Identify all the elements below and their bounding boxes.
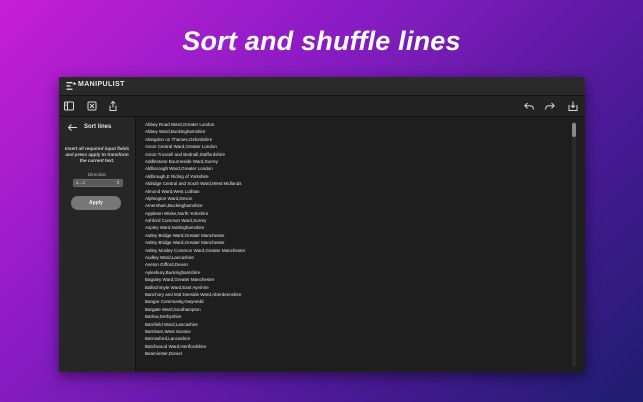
sidebar-toggle-button[interactable]	[63, 100, 75, 112]
app-title: MANIPULIST	[78, 81, 125, 88]
text-line: Batchwood Ward,Hertfordshire	[145, 343, 207, 349]
scrollbar-thumb[interactable]	[572, 123, 576, 137]
text-line: Bargate Ward,Southampton	[145, 306, 201, 312]
direction-select[interactable]: A→Z ⇕	[73, 179, 123, 187]
text-line: Astley Mosley Common Ward,Greater Manche…	[145, 247, 246, 253]
direction-select-value: A→Z	[76, 179, 86, 185]
direction-label: Direction	[87, 172, 107, 177]
text-line: Barnfield Ward,Lancashire	[145, 321, 198, 327]
text-line: Aveton Gifford,Devon	[145, 262, 188, 268]
text-line: Aspley Ward,Nottinghamshire	[145, 225, 205, 231]
sidebar: Sort lines Insert all required input fie…	[59, 117, 136, 372]
redo-icon	[545, 102, 555, 110]
toolbar	[59, 96, 585, 117]
sidebar-title: Sort lines	[84, 124, 112, 130]
share-icon	[109, 100, 117, 111]
app-logo-icon	[66, 82, 77, 90]
text-line: Baguley Ward,Greater Manchester	[145, 277, 215, 283]
text-line: Aldbrough,E Riding of Yorkshire	[145, 173, 209, 179]
text-line: Acton Trussell and Bednall,Staffordshire	[145, 151, 225, 157]
headline: Sort and shuffle lines	[182, 26, 461, 56]
text-line: Barlow,Derbyshire	[145, 314, 182, 320]
undo-icon	[524, 102, 534, 110]
text-line: Addlestone Bourneside Ward,Surrey	[145, 158, 218, 164]
share-button[interactable]	[107, 100, 119, 112]
undo-button[interactable]	[523, 100, 535, 112]
text-line: Abingdon on Thames,Oxfordshire	[145, 136, 213, 142]
text-line: Abbey Road Ward,Greater London	[145, 122, 215, 127]
back-arrow-icon[interactable]	[67, 122, 78, 133]
text-line: Acton Central Ward,Greater London	[145, 144, 217, 150]
text-line: Audley Ward,Lancashire	[145, 255, 194, 261]
sidebar-description: Insert all required input fields and pre…	[64, 146, 130, 163]
text-line: Abbey Ward,Buckinghamshire	[145, 129, 206, 135]
text-line: Barrowford,Lancashire	[145, 336, 191, 342]
app-window: MANIPULIST Sort lines Insert all require…	[59, 77, 585, 372]
text-line: Astley Bridge Ward,Greater Manchester	[145, 232, 225, 238]
export-icon	[568, 101, 578, 111]
export-button[interactable]	[567, 100, 579, 112]
text-line: Alphington Ward,Devon	[145, 195, 193, 201]
text-line: Beaminster,Dorset	[145, 351, 183, 357]
title-bar: MANIPULIST	[59, 77, 585, 96]
chevron-updown-icon: ⇕	[116, 180, 120, 185]
text-line: Bangor Community,Gwynedd	[145, 299, 204, 305]
clear-button[interactable]	[86, 100, 98, 112]
redo-button[interactable]	[544, 100, 556, 112]
scrollbar[interactable]	[572, 121, 576, 367]
text-editor[interactable]: Abbey Road Ward,Greater London Abbey Ward…	[136, 117, 585, 372]
text-line: Astley Bridge Ward,Greater Manchester	[145, 240, 225, 246]
lines-list: Abbey Road Ward,Greater London Abbey Ward…	[145, 121, 245, 358]
text-line: Ashford Common Ward,Surrey	[145, 218, 207, 224]
text-line: Barnham,West Sussex	[145, 328, 191, 334]
apply-button[interactable]: Apply	[71, 196, 121, 210]
text-line: Appleton Wiske,North Yorkshire	[145, 210, 209, 216]
text-line: Almond Ward,West Lothian	[145, 188, 200, 194]
text-line: Ballochmyle Ward,East Ayrshire	[145, 284, 209, 290]
text-line: Aldborough Ward,Greater London	[145, 166, 213, 172]
text-line: Banchory and Mid Deeside Ward,Aberdeensh…	[145, 291, 242, 297]
text-line: Aylesbury,Buckinghamshire	[145, 269, 201, 275]
clear-icon	[87, 101, 97, 111]
text-line: Aldridge Central and South Ward,West Mid…	[145, 181, 242, 187]
sidebar-icon	[64, 101, 74, 111]
text-line: Amersham,Buckinghamshire	[145, 203, 203, 209]
